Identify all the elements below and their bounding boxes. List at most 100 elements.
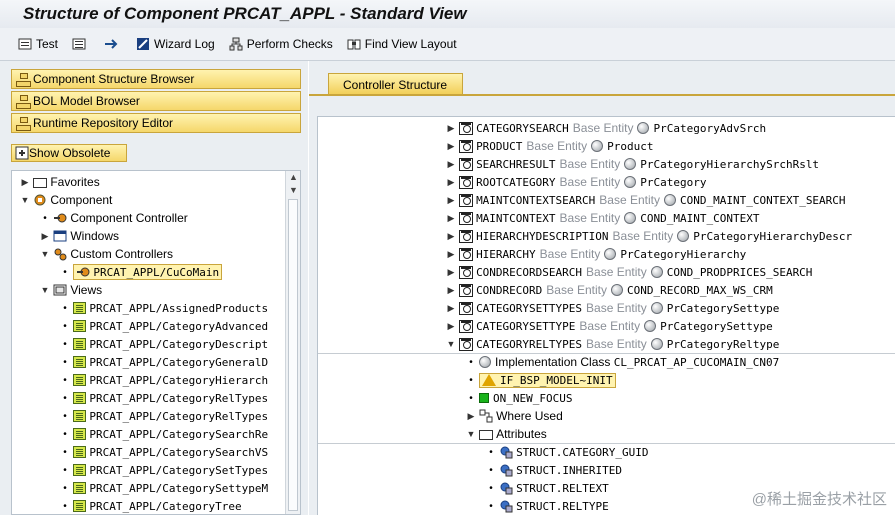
- context-node[interactable]: ▶ MAINTCONTEXT Base Entity COND_MAINT_CONT…: [446, 209, 760, 227]
- chevron-down-icon[interactable]: ▼: [466, 429, 476, 439]
- test-label: Test: [36, 37, 59, 51]
- where-used-node[interactable]: ▶ Where Used: [466, 407, 563, 425]
- tree-view-item[interactable]: • PRCAT_APPL/CategorySearchVS: [60, 443, 268, 461]
- bullet-icon: •: [43, 212, 47, 224]
- chevron-right-icon[interactable]: ▶: [446, 321, 456, 332]
- tree-view-item[interactable]: • PRCAT_APPL/AssignedProducts: [60, 299, 268, 317]
- on-new-focus-node[interactable]: • ON_NEW_FOCUS: [466, 389, 572, 407]
- tab-controller-structure[interactable]: Controller Structure: [328, 73, 463, 95]
- tree-node-windows[interactable]: ▶ Windows: [40, 227, 120, 245]
- context-node[interactable]: ▶ CATEGORYSEARCH Base Entity PrCategoryAdv…: [446, 119, 767, 137]
- warning-icon: [482, 374, 496, 386]
- context-name: CONDRECORDSEARCH: [476, 265, 583, 279]
- component-structure-browser-button[interactable]: Component Structure Browser: [11, 69, 301, 89]
- context-node[interactable]: ▶ ROOTCATEGORY Base Entity PrCategory: [446, 173, 707, 191]
- context-node[interactable]: ▶ PRODUCT Base Entity Product: [446, 137, 654, 155]
- chevron-right-icon[interactable]: ▶: [446, 249, 456, 260]
- scroll-up-icon[interactable]: ▲: [289, 172, 298, 182]
- context-node-icon: [459, 121, 473, 135]
- tree-node-component-controller[interactable]: • Component Controller: [40, 209, 188, 227]
- tree-view-item[interactable]: • PRCAT_APPL/CategoryRelTypes: [60, 389, 268, 407]
- tree-node-cucomain[interactable]: • PRCAT_APPL/CuCoMain: [60, 263, 223, 281]
- context-node[interactable]: ▶ CONDRECORDSEARCH Base Entity COND_PRODPR…: [446, 263, 813, 281]
- tree-node-custom-controllers[interactable]: ▼ Custom Controllers: [40, 245, 174, 263]
- bullet-icon: •: [63, 410, 67, 422]
- splitter-handle[interactable]: [11, 165, 301, 169]
- entity-name: COND_RECORD_MAX_WS_CRM: [627, 283, 773, 297]
- context-node[interactable]: ▶ CATEGORYSETTYPE Base Entity PrCategorySe…: [446, 317, 773, 335]
- perform-checks-button[interactable]: Perform Checks: [229, 37, 333, 51]
- attribute-item[interactable]: • STRUCT.RELTYPE: [486, 497, 609, 515]
- tree-view-item[interactable]: • PRCAT_APPL/CategorySearchRe: [60, 425, 268, 443]
- attribute-name: STRUCT.INHERITED: [516, 463, 623, 477]
- bol-model-browser-button[interactable]: BOL Model Browser: [11, 91, 301, 111]
- chevron-right-icon[interactable]: ▶: [446, 231, 456, 242]
- chevron-right-icon[interactable]: ▶: [446, 213, 456, 224]
- tree-node-views[interactable]: ▼ Views: [40, 281, 103, 299]
- model-init-node[interactable]: • IF_BSP_MODEL~INIT: [466, 371, 616, 389]
- context-node[interactable]: ▶ CONDRECORD Base Entity COND_RECORD_MAX_W…: [446, 281, 773, 299]
- tree-view-item[interactable]: • PRCAT_APPL/CategoryDescript: [60, 335, 268, 353]
- class-icon: [479, 356, 491, 368]
- method-name: IF_BSP_MODEL~INIT: [500, 373, 613, 387]
- tree-view-item[interactable]: • PRCAT_APPL/CategorySetTypes: [60, 461, 268, 479]
- chevron-right-icon[interactable]: ▶: [20, 177, 30, 188]
- context-node[interactable]: ▶ MAINTCONTEXTSEARCH Base Entity COND_MAIN…: [446, 191, 846, 209]
- tree-view-item[interactable]: • PRCAT_APPL/CategoryRelTypes: [60, 407, 268, 425]
- scroll-down-icon[interactable]: ▼: [289, 185, 298, 195]
- context-name: HIERARCHYDESCRIPTION: [476, 229, 609, 243]
- chevron-right-icon[interactable]: ▶: [446, 303, 456, 314]
- attribute-item[interactable]: • STRUCT.INHERITED: [486, 461, 622, 479]
- scroll-thumb[interactable]: [288, 199, 298, 511]
- tree-node-favorites[interactable]: ▶ Favorites: [20, 173, 100, 191]
- test-button[interactable]: Test: [18, 37, 58, 51]
- vertical-scrollbar[interactable]: ▲ ▼: [285, 171, 300, 514]
- chevron-down-icon[interactable]: ▼: [446, 339, 456, 349]
- find-view-layout-button[interactable]: Find View Layout: [347, 37, 457, 51]
- context-node[interactable]: ▶ CATEGORYSETTYPES Base Entity PrCategoryS…: [446, 299, 780, 317]
- chevron-right-icon[interactable]: ▶: [446, 123, 456, 134]
- tree-view-item[interactable]: • PRCAT_APPL/CategoryHierarch: [60, 371, 268, 389]
- navigate-button[interactable]: [104, 37, 122, 51]
- context-node[interactable]: ▶ SEARCHRESULT Base Entity PrCategoryHiera…: [446, 155, 820, 173]
- show-obsolete-button[interactable]: Show Obsolete: [11, 144, 127, 162]
- attribute-item[interactable]: • STRUCT.RELTEXT: [486, 479, 609, 497]
- tree-view-item[interactable]: • PRCAT_APPL/CategoryGeneralD: [60, 353, 268, 371]
- context-name: CATEGORYSEARCH: [476, 121, 569, 135]
- selected-node[interactable]: IF_BSP_MODEL~INIT: [479, 372, 616, 388]
- chevron-right-icon[interactable]: ▶: [446, 267, 456, 278]
- chevron-right-icon[interactable]: ▶: [446, 141, 456, 152]
- tree-view-item[interactable]: • PRCAT_APPL/CategorySettypeM: [60, 479, 268, 497]
- chevron-down-icon[interactable]: ▼: [40, 285, 50, 295]
- entity-name: COND_PRODPRICES_SEARCH: [666, 265, 813, 279]
- base-entity-label: Base Entity: [559, 211, 621, 225]
- tree-view-item[interactable]: • PRCAT_APPL/CategoryAdvanced: [60, 317, 268, 335]
- runtime-repository-editor-button[interactable]: Runtime Repository Editor: [11, 113, 301, 133]
- view-icon: [73, 428, 86, 440]
- chevron-down-icon[interactable]: ▼: [40, 249, 50, 259]
- display-button[interactable]: [72, 37, 90, 51]
- chevron-right-icon[interactable]: ▶: [446, 195, 456, 206]
- context-node[interactable]: ▶ HIERARCHYDESCRIPTION Base Entity PrCateg…: [446, 227, 853, 245]
- tree-node-component[interactable]: ▼ Component: [20, 191, 113, 209]
- base-entity-label: Base Entity: [572, 121, 634, 135]
- chevron-right-icon[interactable]: ▶: [446, 177, 456, 188]
- attribute-item[interactable]: • STRUCT.CATEGORY_GUID: [486, 443, 649, 461]
- bullet-icon: •: [63, 482, 67, 494]
- attributes-node[interactable]: ▼ Attributes: [466, 425, 547, 443]
- selected-node[interactable]: PRCAT_APPL/CuCoMain: [73, 264, 223, 280]
- wizard-log-button[interactable]: Wizard Log: [136, 37, 215, 51]
- tree-view-item[interactable]: • PRCAT_APPL/CategoryTree: [60, 497, 241, 514]
- implementation-class-node[interactable]: • Implementation Class CL_PRCAT_AP_CUCOMA…: [466, 353, 779, 371]
- entity-icon: [644, 320, 657, 332]
- bullet-icon: •: [63, 464, 67, 476]
- chevron-right-icon[interactable]: ▶: [466, 411, 476, 422]
- tree-label: PRCAT_APPL/AssignedProducts: [89, 301, 269, 315]
- chevron-down-icon[interactable]: ▼: [20, 195, 30, 205]
- context-node[interactable]: ▶ HIERARCHY Base Entity PrCategoryHierarch…: [446, 245, 747, 263]
- chevron-right-icon[interactable]: ▶: [446, 285, 456, 296]
- context-node[interactable]: ▼ CATEGORYRELTYPES Base Entity PrCategoryR…: [446, 335, 780, 353]
- chevron-right-icon[interactable]: ▶: [446, 159, 456, 170]
- chevron-right-icon[interactable]: ▶: [40, 231, 50, 242]
- tree-label: PRCAT_APPL/CategoryGeneralD: [89, 355, 269, 369]
